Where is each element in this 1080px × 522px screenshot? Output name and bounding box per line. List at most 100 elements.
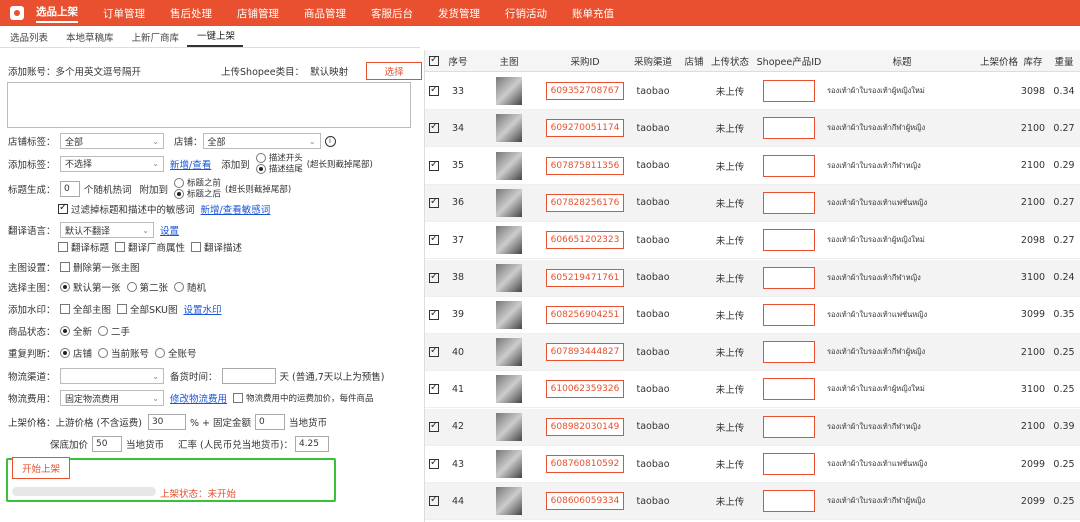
row-checkbox[interactable] [425, 160, 443, 171]
row-shopee-id[interactable] [753, 490, 825, 513]
nav-item-aftersale[interactable]: 售后处理 [170, 6, 212, 21]
tab-local-drafts[interactable]: 本地草稿库 [56, 30, 122, 47]
row-shopee-id[interactable] [753, 341, 825, 364]
delete-first-img-checkbox[interactable] [60, 262, 70, 272]
shopee-id-input[interactable] [763, 453, 815, 475]
row-checkbox[interactable] [425, 197, 443, 208]
row-purchase-id[interactable]: 605219471761 [545, 268, 625, 287]
start-upload-button[interactable]: 开始上架 [12, 457, 70, 479]
purchase-id-link[interactable]: 605219471761 [545, 268, 625, 287]
row-purchase-id[interactable]: 608982030149 [545, 417, 625, 436]
row-image[interactable] [473, 338, 545, 367]
desc-front-radio[interactable] [255, 153, 266, 163]
table-row[interactable]: 34 609270051174 taobao 未上传 รองเท้าผ้าใบรองเท… [425, 110, 1080, 148]
purchase-id-link[interactable]: 609352708767 [545, 82, 625, 100]
row-shopee-id[interactable] [753, 303, 825, 326]
before-title-radio[interactable] [174, 178, 185, 188]
nav-item-shipping[interactable]: 发货管理 [438, 6, 480, 21]
translate-title-checkbox[interactable] [58, 242, 68, 252]
shopee-id-input[interactable] [763, 303, 815, 326]
repeat-store-radio[interactable] [60, 348, 70, 358]
row-purchase-id[interactable]: 606651202323 [545, 231, 625, 250]
purchase-id-link[interactable]: 606651202323 [545, 231, 625, 250]
row-image[interactable] [473, 487, 545, 516]
purchase-id-link[interactable]: 609270051174 [545, 119, 625, 138]
table-row[interactable]: 39 608256904251 taobao 未上传 รองเท้าผ้าใบรองเท… [425, 297, 1080, 334]
keyword-select[interactable]: 不选择 ⌄ [60, 155, 164, 172]
row-shopee-id[interactable] [753, 154, 825, 177]
row-image[interactable] [473, 300, 545, 329]
min-profit-input[interactable]: 50 [92, 436, 123, 452]
purchase-id-link[interactable]: 610062359326 [545, 380, 625, 399]
nav-item-select[interactable]: 选品上架 [36, 4, 78, 23]
repeat-current-radio[interactable] [98, 348, 109, 358]
filter-sensitive-checkbox[interactable] [58, 202, 68, 214]
row-shopee-id[interactable] [753, 266, 825, 289]
price-fixed-input[interactable]: 0 [254, 414, 285, 430]
row-checkbox[interactable] [425, 309, 443, 320]
shopee-id-input[interactable] [763, 266, 815, 289]
nav-item-orders[interactable]: 订单管理 [103, 6, 145, 21]
row-purchase-id[interactable]: 609270051174 [545, 119, 625, 138]
hot-words-count-input[interactable]: 0 [60, 180, 80, 197]
table-row[interactable]: 44 608606059334 taobao 未上传 รองเท้าผ้าใบรองเท… [425, 483, 1080, 521]
row-purchase-id[interactable]: 609352708767 [545, 82, 625, 100]
rate-input[interactable]: 4.25 [294, 436, 329, 452]
row-image[interactable] [473, 375, 545, 404]
help-icon[interactable]: i [324, 135, 336, 147]
watermark-setting-link[interactable]: 设置水印 [183, 302, 221, 316]
sensitive-words-link[interactable]: 新增/查看敏感词 [201, 202, 271, 216]
shopee-id-input[interactable] [763, 229, 815, 252]
table-row[interactable]: 33 609352708767 taobao 未上传 รองเท้าผ้าใบรองเท… [425, 73, 1080, 110]
purchase-id-link[interactable]: 608256904251 [545, 305, 625, 324]
row-image[interactable] [473, 226, 545, 255]
translate-attr-checkbox[interactable] [115, 242, 126, 252]
row-shopee-id[interactable] [753, 117, 825, 140]
nav-item-stores[interactable]: 店铺管理 [237, 6, 279, 21]
shopee-id-input[interactable] [763, 415, 815, 438]
purchase-id-link[interactable]: 607893444827 [545, 343, 625, 362]
repeat-all-radio[interactable] [155, 348, 166, 358]
main-first-radio[interactable] [60, 282, 70, 292]
new-view-link[interactable]: 新增/查看 [170, 157, 211, 171]
row-purchase-id[interactable]: 610062359326 [545, 380, 625, 399]
row-shopee-id[interactable] [753, 229, 825, 252]
tab-vendor-library[interactable]: 上新厂商库 [122, 30, 188, 47]
watermark-main-checkbox[interactable] [60, 304, 70, 314]
stock-time-input[interactable] [221, 368, 276, 384]
row-checkbox[interactable] [425, 421, 443, 432]
tab-select-list[interactable]: 选品列表 [0, 30, 56, 47]
purchase-id-link[interactable]: 608606059334 [545, 492, 625, 511]
purchase-id-link[interactable]: 608982030149 [545, 417, 625, 436]
store-select[interactable]: 全部 ⌄ [202, 133, 321, 149]
store-tag-select[interactable]: 全部 ⌄ [60, 133, 164, 149]
nav-item-marketing[interactable]: 行销活动 [505, 6, 547, 21]
purchase-id-link[interactable]: 608760810592 [545, 455, 625, 473]
row-image[interactable] [473, 263, 545, 292]
table-row[interactable]: 43 608760810592 taobao 未上传 รองเท้าผ้าใบรองเท… [425, 446, 1080, 483]
condition-new-radio[interactable] [60, 326, 70, 336]
row-checkbox[interactable] [425, 123, 443, 134]
row-checkbox[interactable] [425, 384, 443, 395]
row-checkbox[interactable] [425, 235, 443, 246]
row-checkbox[interactable] [425, 347, 443, 358]
nav-item-billing[interactable]: 账单充值 [572, 6, 614, 21]
shipping-markup-checkbox[interactable] [233, 393, 244, 403]
row-purchase-id[interactable]: 607893444827 [545, 343, 625, 362]
nav-item-products[interactable]: 商品管理 [304, 6, 346, 21]
translate-select[interactable]: 默认不翻译 ⌄ [60, 222, 154, 238]
tab-one-click[interactable]: 一键上架 [187, 28, 244, 47]
choose-button[interactable]: 选择 [366, 62, 423, 80]
shopee-id-input[interactable] [763, 378, 815, 401]
after-title-radio[interactable] [174, 188, 185, 199]
table-row[interactable]: 36 607828256176 taobao 未上传 รองเท้าผ้าใบรองเท… [425, 184, 1080, 222]
select-all-checkbox[interactable] [425, 55, 443, 66]
row-purchase-id[interactable]: 608760810592 [545, 455, 625, 473]
translate-setting-link[interactable]: 设置 [160, 223, 179, 237]
row-purchase-id[interactable]: 608256904251 [545, 305, 625, 324]
table-row[interactable]: 42 608982030149 taobao 未上传 รองเท้าผ้าใบรองเท… [425, 408, 1080, 446]
row-checkbox[interactable] [425, 459, 443, 469]
main-second-radio[interactable] [126, 282, 137, 292]
row-image[interactable] [473, 77, 545, 105]
nav-item-service[interactable]: 客服后台 [371, 6, 413, 21]
